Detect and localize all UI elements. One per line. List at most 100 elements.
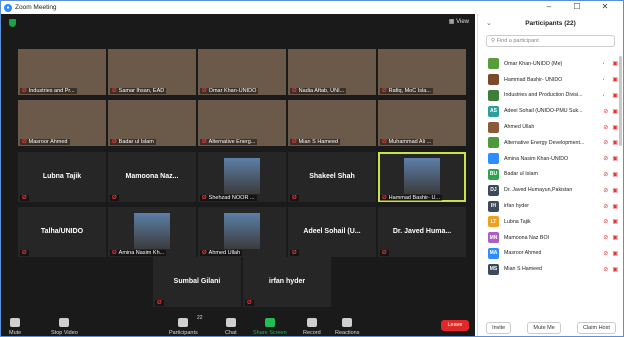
muted-mic-icon: Ø (22, 139, 27, 145)
chat-icon (225, 318, 236, 327)
avatar: LT (488, 216, 499, 228)
participant-tile[interactable]: Lubna Tajik Ø (18, 152, 106, 202)
participant-row[interactable]: MN Mamoona Naz BOI ⊘ ▣ (478, 230, 623, 246)
muted-mic-icon: Ø (112, 195, 117, 201)
participant-tile[interactable]: Dr. Javed Huma... Ø (378, 207, 466, 257)
participant-tile[interactable]: Ø Ahmed Ullah (198, 207, 286, 257)
record-label: Record (303, 330, 321, 336)
participant-row[interactable]: Amina Nasim Khan-UNIDO ⊘ ▣ (478, 151, 623, 167)
participant-list: Omar Khan-UNIDO (Me) ♩ ▣ Hammad Bashir- UNI… (478, 56, 623, 277)
view-button[interactable]: ▦ View (449, 18, 469, 25)
profile-picture (224, 213, 260, 249)
tile-display-name: Lubna Tajik (42, 172, 82, 180)
participant-name: Badar ul Islam (504, 171, 538, 178)
participant-tile[interactable]: Ø Rafiq, MoC Isla... (378, 49, 466, 95)
muted-mic-icon: Ø (202, 250, 207, 256)
tile-name-label: Ø (380, 250, 389, 256)
share-screen-icon (264, 318, 275, 327)
reactions-label: Reactions (335, 330, 360, 336)
tile-name-text: Mian S Hameed (298, 139, 339, 145)
participant-tile[interactable]: Shakeel Shah Ø (288, 152, 376, 202)
participant-row[interactable]: DJ Dr. Javed Humayun,Pakistan ⊘ ▣ (478, 182, 623, 198)
participant-row[interactable]: Alternative Energy Development... ⊘ ▣ (478, 135, 623, 151)
participant-search-input[interactable]: ⚲ Find a participant (486, 35, 615, 47)
leave-button[interactable]: Leave (441, 320, 469, 331)
muted-mic-icon: Ø (292, 88, 297, 94)
security-shield-icon[interactable] (9, 19, 16, 27)
reactions-button[interactable]: Reactions (335, 318, 359, 336)
minimize-button[interactable]: – (535, 1, 563, 13)
muted-mic-icon: Ø (112, 250, 117, 256)
participant-row[interactable]: MA Masroor Ahmed ⊘ ▣ (478, 246, 623, 262)
tile-name-text: Industries and Pr... (28, 88, 75, 94)
participant-row[interactable]: Ahmed Ullah ⊘ ▣ (478, 119, 623, 135)
muted-mic-icon: Ø (292, 195, 297, 201)
participant-name: Adeel Sohail (UNIDO-PMU Suk... (504, 108, 583, 115)
record-button[interactable]: Record (303, 318, 321, 336)
participant-tile[interactable]: Ø Alternative Energ... (198, 100, 286, 146)
avatar (488, 58, 499, 70)
chat-button[interactable]: Chat (225, 318, 237, 336)
participant-tile[interactable]: Talha/UNIDO Ø (18, 207, 106, 257)
mute-me-button[interactable]: Mute Me (527, 322, 561, 334)
participant-tile[interactable]: irfan hyder Ø (243, 257, 331, 307)
avatar (488, 137, 499, 149)
tile-display-name: Talha/UNIDO (40, 227, 84, 235)
panel-title: Participants (22) (525, 19, 576, 27)
tile-name-text: Omar Khan-UNIDO (208, 88, 257, 94)
participant-tile[interactable]: Ø Amina Nasim Kh... (108, 207, 196, 257)
participant-tile[interactable]: Ø Mian S Hameed (288, 100, 376, 146)
participant-tile[interactable]: Ø Samar Ihsan, EAD (108, 49, 196, 95)
claim-host-button[interactable]: Claim Host (576, 322, 616, 334)
reactions-icon (342, 318, 353, 327)
participant-row[interactable]: Hammad Bashir- UNIDO ♩ ▣ (478, 72, 623, 88)
tile-display-name: Adeel Sohail (U... (303, 227, 361, 235)
close-button[interactable]: ✕ (591, 1, 619, 13)
tile-display-name: Shakeel Shah (309, 172, 355, 180)
participant-tile[interactable]: Ø Nadia Aftab, UNI... (288, 49, 376, 95)
muted-mic-icon: ⊘ (603, 203, 609, 210)
participant-tile[interactable]: Ø Hammad Bashir- U... (378, 152, 466, 202)
muted-mic-icon: ⊘ (603, 187, 609, 194)
muted-mic-icon: Ø (22, 195, 27, 201)
participant-row[interactable]: MS Mian S Hameed ⊘ ▣ (478, 261, 623, 277)
invite-button[interactable]: Invite (486, 322, 512, 334)
avatar: BU (488, 168, 499, 180)
participant-tile[interactable]: Sumbal Gilani Ø (153, 257, 241, 307)
tile-name-label: Ø (290, 250, 299, 256)
tile-name-label: Ø Industries and Pr... (20, 88, 77, 94)
participant-tile[interactable]: Ø Shehzad NOOR ... (198, 152, 286, 202)
tile-name-text: Nadia Aftab, UNI... (298, 88, 345, 94)
muted-mic-icon: ⊘ (603, 108, 609, 115)
mute-button[interactable]: Mute (9, 318, 21, 336)
avatar (488, 74, 499, 86)
tile-name-text: Masroor Ahmed (28, 139, 68, 145)
participants-panel: ⌄ Participants (22) ⚲ Find a participant… (477, 14, 623, 336)
participants-button[interactable]: Participants (169, 318, 198, 336)
mute-label: Mute (9, 330, 22, 336)
participant-tile[interactable]: Ø Masroor Ahmed (18, 100, 106, 146)
participant-list-scrollbar[interactable] (619, 56, 622, 146)
participant-name: Alternative Energy Development... (504, 139, 585, 146)
participant-row[interactable]: BU Badar ul Islam ⊘ ▣ (478, 167, 623, 183)
tile-name-label: Ø Alternative Energ... (200, 139, 258, 145)
participant-tile[interactable]: Adeel Sohail (U... Ø (288, 207, 376, 257)
collapse-chevron-icon[interactable]: ⌄ (486, 19, 492, 27)
participant-name: Amina Nasim Khan-UNIDO (504, 155, 569, 162)
video-off-icon: ▣ (612, 235, 618, 242)
participant-row[interactable]: Industries and Production Divisi... ♩ ▣ (478, 88, 623, 104)
participant-tile[interactable]: Ø Omar Khan-UNIDO (198, 49, 286, 95)
share-screen-button[interactable]: Share Screen (253, 318, 287, 336)
participant-tile[interactable]: Ø Industries and Pr... (18, 49, 106, 95)
participant-row[interactable]: Omar Khan-UNIDO (Me) ♩ ▣ (478, 56, 623, 72)
participant-row[interactable]: AS Adeel Sohail (UNIDO-PMU Suk... ⊘ ▣ (478, 103, 623, 119)
participant-row[interactable]: IH irfan hyder ⊘ ▣ (478, 198, 623, 214)
tile-name-text: Ahmed Ullah (208, 250, 241, 256)
participant-row[interactable]: LT Lubna Tajik ⊘ ▣ (478, 214, 623, 230)
muted-mic-icon: ⊘ (603, 266, 609, 273)
stop-video-button[interactable]: Stop Video (51, 318, 78, 336)
participant-tile[interactable]: Ø Muhammad Ali ... (378, 100, 466, 146)
participant-tile[interactable]: Mamoona Naz... Ø (108, 152, 196, 202)
maximize-button[interactable]: ☐ (563, 1, 591, 13)
participant-tile[interactable]: Ø Badar ul Islam (108, 100, 196, 146)
